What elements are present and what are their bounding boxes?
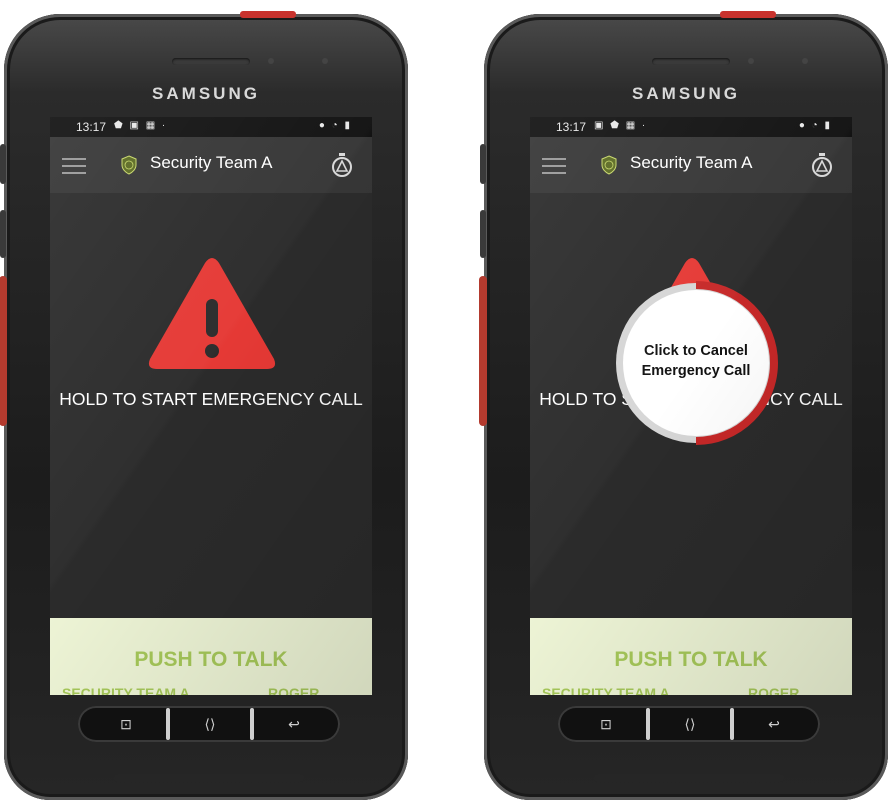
home-key-icon[interactable]: ⟨⟩ bbox=[170, 709, 250, 739]
ptt-status: ROGER bbox=[268, 685, 320, 695]
back-key-icon[interactable]: ↩ bbox=[254, 709, 334, 739]
push-to-talk-panel[interactable]: PUSH TO TALK SECURITY TEAM A ROGER bbox=[50, 618, 372, 695]
earpiece-speaker bbox=[652, 58, 730, 65]
bottom-speaker-grille bbox=[114, 774, 304, 782]
warning-triangle-icon[interactable] bbox=[147, 255, 277, 373]
volume-down-key bbox=[480, 210, 486, 258]
ptt-status: ROGER bbox=[748, 685, 800, 695]
app-bar: Security Team A bbox=[50, 137, 372, 193]
cancel-line-2: Emergency Call bbox=[641, 363, 751, 379]
recents-key-icon[interactable]: ⊡ bbox=[566, 709, 646, 739]
hardware-nav-bar: ⊡ ⟨⟩ ↩ bbox=[558, 706, 820, 742]
emergency-alarm-icon[interactable] bbox=[330, 152, 354, 178]
signal-battery-icons: ● ◔ ▮ bbox=[318, 120, 352, 131]
proximity-sensor bbox=[268, 58, 274, 64]
ptt-side-key bbox=[0, 276, 7, 426]
front-camera bbox=[322, 58, 328, 64]
app-bar: Security Team A bbox=[530, 137, 852, 193]
push-to-talk-label: PUSH TO TALK bbox=[134, 648, 288, 671]
ptt-channel-name: SECURITY TEAM A bbox=[62, 685, 190, 695]
lwp-shield-icon bbox=[121, 155, 137, 175]
power-key bbox=[240, 11, 296, 18]
status-bar: 13:17 ▣ ⬟ ▦ · ● ◔ ▮ bbox=[530, 117, 852, 137]
bottom-speaker-grille bbox=[594, 774, 784, 782]
signal-battery-icons: ● ◔ ▮ bbox=[798, 120, 832, 131]
back-key-icon[interactable]: ↩ bbox=[734, 709, 814, 739]
volume-up-key bbox=[0, 144, 6, 184]
proximity-sensor bbox=[748, 58, 754, 64]
ptt-side-key bbox=[479, 276, 487, 426]
lwp-shield-icon bbox=[601, 155, 617, 175]
ptt-channel-name: SECURITY TEAM A bbox=[542, 685, 670, 695]
emergency-alarm-icon[interactable] bbox=[810, 152, 834, 178]
emergency-call-label: HOLD TO START EMERGENCY CALL bbox=[59, 389, 363, 409]
power-key bbox=[720, 11, 776, 18]
cancel-emergency-label: Click to Cancel Emergency Call bbox=[612, 341, 780, 381]
phone-left: SAMSUNG 13:17 ⬟ ▣ ▦ · ● ◔ ▮ Security Tea… bbox=[0, 11, 408, 800]
hamburger-menu-icon[interactable] bbox=[542, 153, 566, 177]
hardware-nav-bar: ⊡ ⟨⟩ ↩ bbox=[78, 706, 340, 742]
hamburger-menu-icon[interactable] bbox=[62, 153, 86, 177]
volume-up-key bbox=[480, 144, 486, 184]
cancel-line-1: Click to Cancel bbox=[644, 343, 748, 359]
push-to-talk-label: PUSH TO TALK bbox=[614, 648, 768, 671]
recents-key-icon[interactable]: ⊡ bbox=[86, 709, 166, 739]
volume-down-key bbox=[0, 210, 6, 258]
status-bar: 13:17 ⬟ ▣ ▦ · ● ◔ ▮ bbox=[50, 117, 372, 137]
status-time: 13:17 bbox=[556, 120, 587, 134]
brand-logo: SAMSUNG bbox=[632, 84, 740, 103]
notification-icons: ⬟ ▣ ▦ · bbox=[114, 120, 168, 131]
team-name: Security Team A bbox=[150, 153, 273, 172]
phone-right: SAMSUNG 13:17 ▣ ⬟ ▦ · ● ◔ ▮ Security Tea… bbox=[479, 11, 888, 800]
push-to-talk-panel[interactable]: PUSH TO TALK SECURITY TEAM A ROGER bbox=[530, 618, 852, 695]
brand-logo: SAMSUNG bbox=[152, 84, 260, 103]
screen: 13:17 ▣ ⬟ ▦ · ● ◔ ▮ Security Team A HOLD… bbox=[530, 117, 852, 695]
status-time: 13:17 bbox=[76, 120, 107, 134]
notification-icons: ▣ ⬟ ▦ · bbox=[594, 120, 648, 131]
screen: 13:17 ⬟ ▣ ▦ · ● ◔ ▮ Security Team A HOLD… bbox=[50, 117, 372, 695]
front-camera bbox=[802, 58, 808, 64]
earpiece-speaker bbox=[172, 58, 250, 65]
team-name: Security Team A bbox=[630, 153, 753, 172]
home-key-icon[interactable]: ⟨⟩ bbox=[650, 709, 730, 739]
